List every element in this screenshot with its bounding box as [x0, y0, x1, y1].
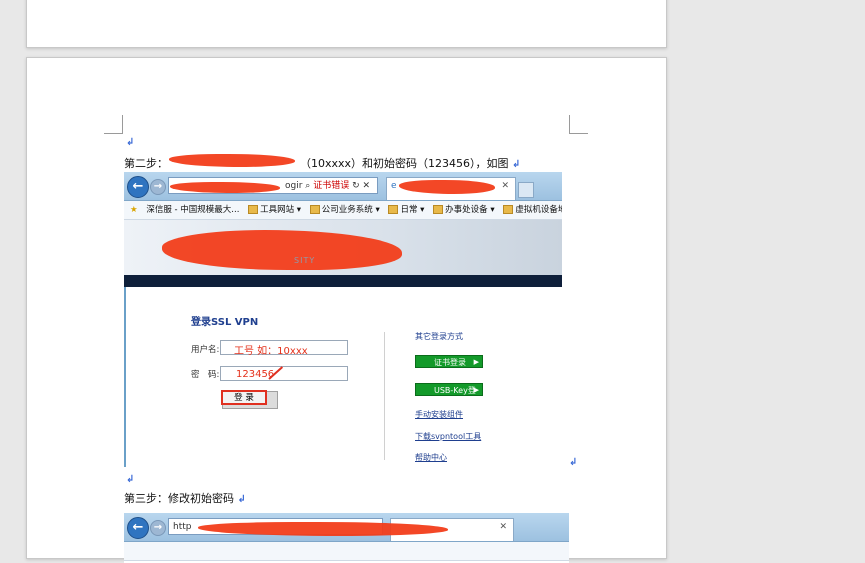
folder-icon: [433, 205, 444, 214]
folder-icon: [248, 205, 259, 214]
install-components-link: 手动安装组件: [415, 410, 463, 419]
new-tab-button: [518, 182, 534, 198]
play-arrow-icon: ▶: [473, 358, 479, 366]
cert-login-button: 证书登录 ▶: [415, 355, 483, 368]
banner-strip: [124, 275, 562, 287]
favorites-bar: [124, 542, 569, 561]
ie-icon: e: [391, 181, 397, 191]
cert-error-label: 证书错误: [313, 181, 350, 191]
crop-mark-top-right: [569, 115, 588, 134]
embedded-screenshot-login[interactable]: ← → ogir ⌕ 证书错误 ↻ ✕ e ✕ ★ 深信服 - 中国规模最大..…: [124, 172, 562, 467]
refresh-icon: ↻: [352, 181, 360, 191]
embedded-screenshot-change-password[interactable]: ← → http ✕: [124, 513, 569, 563]
download-tool-link: 下载svpntool工具: [415, 432, 482, 441]
help-center-link: 帮助中心: [415, 453, 447, 462]
forward-arrow-icon: →: [150, 179, 166, 195]
banner-text: SITY: [294, 256, 316, 265]
back-arrow-icon: ←: [127, 176, 149, 198]
back-arrow-icon: ←: [127, 517, 149, 539]
username-hint: 工号 如：10xxx: [234, 346, 308, 357]
forward-arrow-icon: →: [150, 520, 166, 536]
favorites-bar: ★ 深信服 - 中国规模最大... 工具网站 ▾ 公司业务系统 ▾ 日常 ▾ 办…: [124, 201, 562, 220]
other-login-title: 其它登录方式: [415, 332, 463, 341]
crop-mark-top-left: [104, 115, 123, 134]
login-title: 登录SSL VPN: [191, 317, 259, 328]
folder-icon: [388, 205, 399, 214]
login-button: 登 录: [221, 390, 267, 405]
favorite-folder: 虚拟机设备地址 ▾: [503, 201, 562, 219]
paragraph-mark: ↲: [126, 137, 135, 148]
favorite-item: 深信服 - 中国规模最大...: [146, 205, 240, 215]
step2-text: （10xxxx）和初始密码（123456），如图: [300, 157, 509, 170]
favorite-folder: 工具网站 ▾: [248, 201, 301, 219]
tab-close-icon: ✕: [499, 522, 507, 532]
vertical-divider: [384, 332, 385, 460]
left-border: [124, 287, 126, 467]
favorite-folder: 日常 ▾: [388, 201, 424, 219]
address-text: http: [173, 522, 192, 532]
paragraph-mark: ↲: [569, 457, 578, 468]
play-arrow-icon: ▶: [473, 386, 479, 394]
favorite-folder: 公司业务系统 ▾: [309, 201, 380, 219]
favorites-star-icon: ★: [130, 205, 138, 215]
search-icon: ⌕: [305, 181, 311, 191]
paragraph-mark: ↲: [512, 159, 521, 170]
step3-paragraph[interactable]: 第三步：修改初始密码 ↲: [124, 490, 246, 506]
paragraph-mark: ↲: [126, 474, 135, 485]
close-icon: ✕: [362, 181, 371, 191]
document-page-previous: [26, 0, 667, 48]
document-page: ↲ 第二步： （10xxxx）和初始密码（123456），如图 ↲ ← → ogi…: [26, 57, 667, 563]
folder-icon: [309, 205, 320, 214]
tab-close-icon: ✕: [501, 181, 509, 191]
folder-icon: [503, 205, 514, 214]
step2-prefix: 第二步：: [124, 157, 168, 170]
username-label: 用户名:: [191, 345, 220, 355]
favorite-folder: 办事处设备 ▾: [433, 201, 495, 219]
address-text: ogir: [285, 181, 303, 191]
step3-text: 第三步：修改初始密码: [124, 492, 234, 505]
paragraph-mark: ↲: [237, 494, 246, 505]
usbkey-login-button: USB-Key登录 ▶: [415, 383, 483, 408]
password-label: 密 码:: [191, 370, 220, 380]
